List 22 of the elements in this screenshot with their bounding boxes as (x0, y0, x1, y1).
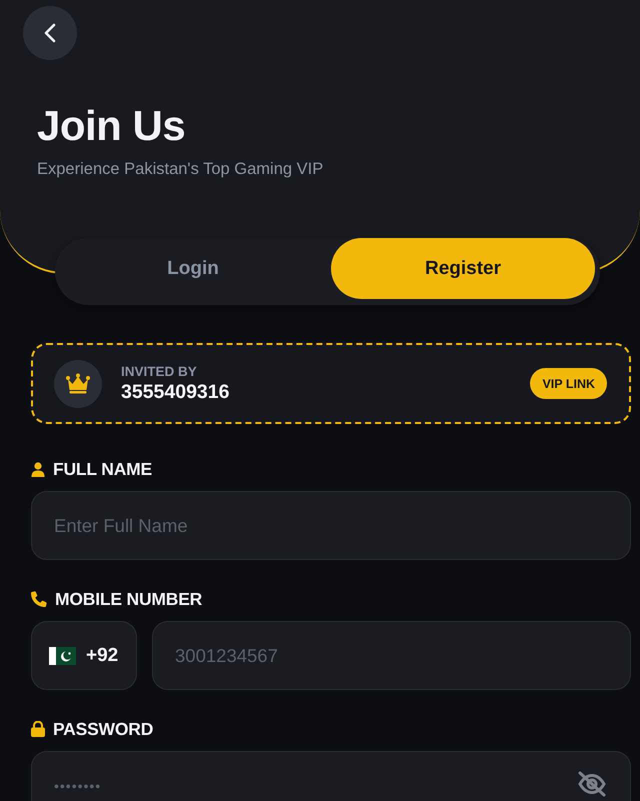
invited-by-label: INVITED BY (121, 364, 197, 380)
crown-icon (54, 360, 102, 408)
mobile-number-field[interactable]: 3001234567 (152, 621, 631, 690)
page-title: Join Us (37, 102, 186, 150)
eye-slash-icon[interactable] (577, 771, 607, 797)
page-subtitle: Experience Pakistan's Top Gaming VIP (37, 159, 324, 180)
inviter-code: 3555409316 (121, 380, 230, 404)
field-label: FULL NAME (53, 458, 152, 480)
full-name-field[interactable]: Enter Full Name (31, 491, 631, 560)
field-label: MOBILE NUMBER (55, 588, 202, 610)
phone-icon (31, 591, 47, 607)
lock-icon (31, 721, 45, 737)
vip-link-button[interactable]: VIP LINK (530, 368, 607, 399)
person-icon (31, 462, 45, 476)
chevron-left-icon (44, 23, 56, 43)
field-label: PASSWORD (53, 718, 154, 740)
pakistan-flag-icon (49, 646, 76, 664)
country-code-selector[interactable]: +92 (31, 621, 137, 690)
password-field[interactable]: •••••••• (31, 751, 631, 801)
tab[interactable]: Register (331, 238, 595, 299)
tab[interactable]: Login (55, 238, 331, 299)
country-code: +92 (86, 644, 118, 666)
